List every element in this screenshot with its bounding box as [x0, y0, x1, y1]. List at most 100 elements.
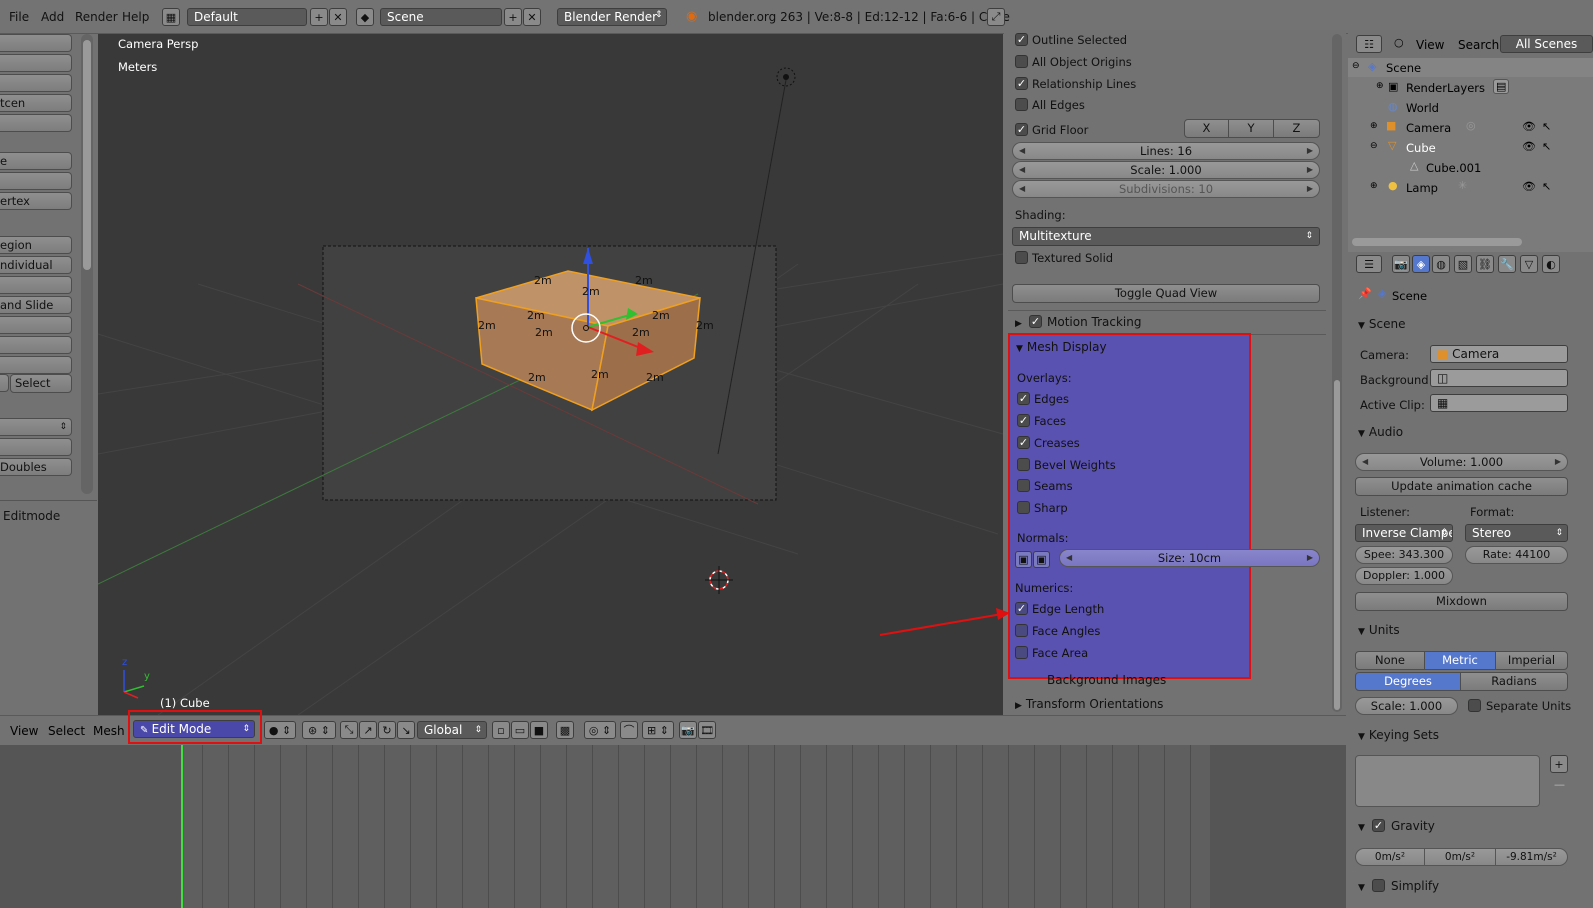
- visibility-eye-icon[interactable]: 👁: [1522, 140, 1536, 153]
- rotate-manipulator-icon[interactable]: ↻: [378, 721, 396, 739]
- snap-toggle-icon[interactable]: ⌒: [620, 721, 638, 739]
- mode-select[interactable]: ✎ Edit Mode ⇕: [133, 720, 255, 738]
- tool-button[interactable]: [0, 316, 72, 334]
- fullscreen-icon[interactable]: ⤢: [987, 8, 1005, 26]
- expand-icon[interactable]: ⊕: [1370, 121, 1378, 131]
- motion-tracking-checkbox[interactable]: ✓: [1029, 315, 1042, 328]
- visibility-eye-icon[interactable]: 👁: [1522, 120, 1536, 133]
- doppler-slider[interactable]: Doppler: 1.000: [1355, 567, 1453, 585]
- scene-section-header[interactable]: ▼ Scene: [1358, 317, 1406, 331]
- tool-button[interactable]: ndividual: [0, 256, 72, 274]
- tool-button[interactable]: [0, 374, 9, 392]
- tool-button[interactable]: [0, 34, 72, 52]
- toggle-quad-view-button[interactable]: Toggle Quad View: [1012, 284, 1320, 303]
- keying-sets-header[interactable]: ▼ Keying Sets: [1358, 728, 1439, 742]
- outliner-type-icon[interactable]: ☷: [1356, 35, 1382, 53]
- edges-overlay-checkbox[interactable]: ✓: [1017, 392, 1030, 405]
- textured-solid-checkbox[interactable]: [1015, 251, 1028, 264]
- edge-select-icon[interactable]: ▭: [511, 721, 529, 739]
- timeline-area[interactable]: [0, 745, 1346, 908]
- data-tab-icon[interactable]: ▽: [1520, 255, 1538, 273]
- outliner-search-menu[interactable]: Search: [1458, 38, 1499, 52]
- pivot-point-icon[interactable]: ⊛ ⇕: [302, 721, 336, 739]
- collapse-icon[interactable]: ⊖: [1370, 141, 1378, 151]
- relationship-lines-checkbox[interactable]: ✓: [1015, 77, 1028, 90]
- tree-item-scene[interactable]: Scene: [1386, 61, 1421, 75]
- face-select-icon[interactable]: ■: [530, 721, 548, 739]
- tree-item-lamp[interactable]: Lamp: [1406, 181, 1438, 195]
- unit-scale-slider[interactable]: Scale: 1.000: [1355, 697, 1458, 715]
- occlude-geometry-icon[interactable]: ▩: [556, 721, 574, 739]
- face-normals-icon[interactable]: ▣: [1033, 551, 1050, 568]
- current-frame-line[interactable]: [181, 745, 183, 908]
- tool-button[interactable]: e: [0, 152, 72, 170]
- tree-item-world[interactable]: World: [1406, 101, 1439, 115]
- remove-keying-set-icon[interactable]: —: [1554, 778, 1565, 791]
- material-tab-icon[interactable]: ◐: [1542, 255, 1560, 273]
- menu-help[interactable]: Help: [122, 10, 149, 24]
- editor-type-icon[interactable]: ☰: [1356, 255, 1382, 273]
- remove-doubles-button[interactable]: Doubles: [0, 458, 72, 476]
- faces-overlay-checkbox[interactable]: ✓: [1017, 414, 1030, 427]
- tool-button[interactable]: egion: [0, 236, 72, 254]
- face-area-checkbox[interactable]: [1015, 646, 1028, 659]
- camera-field[interactable]: ■ Camera: [1430, 345, 1568, 363]
- viewport-shading-icon[interactable]: ● ⇕: [264, 721, 296, 739]
- grid-scale-slider[interactable]: ◀ Scale: 1.000 ▶: [1012, 161, 1320, 179]
- select-cursor-icon[interactable]: ↖: [1542, 120, 1551, 133]
- tree-item-cube[interactable]: Cube: [1406, 141, 1436, 155]
- tool-button[interactable]: [0, 74, 72, 92]
- simplify-header[interactable]: ▼: [1358, 879, 1369, 893]
- update-animation-cache-button[interactable]: Update animation cache: [1355, 477, 1568, 496]
- gravity-checkbox[interactable]: ✓: [1372, 819, 1385, 832]
- mesh-display-header[interactable]: ▼ Mesh Display: [1016, 340, 1107, 354]
- tool-button[interactable]: [0, 172, 72, 190]
- transform-orientations-header[interactable]: ▶ Transform Orientations: [1015, 697, 1163, 711]
- all-edges-checkbox[interactable]: [1015, 98, 1028, 111]
- degrees-toggle[interactable]: Degrees: [1355, 672, 1461, 691]
- scene-field[interactable]: Scene: [380, 8, 502, 26]
- scene-tab-icon[interactable]: ◈: [1412, 255, 1430, 273]
- tool-button[interactable]: tcen: [0, 94, 72, 112]
- grid-x-toggle[interactable]: X: [1184, 119, 1229, 138]
- scrollbar-thumb[interactable]: [83, 40, 91, 270]
- radians-toggle[interactable]: Radians: [1460, 672, 1568, 691]
- tool-button[interactable]: [0, 356, 72, 374]
- unit-metric-toggle[interactable]: Metric: [1424, 651, 1496, 670]
- tool-button[interactable]: [0, 276, 72, 294]
- outliner-hscroll[interactable]: [1352, 238, 1522, 246]
- unit-imperial-toggle[interactable]: Imperial: [1495, 651, 1568, 670]
- select-cursor-icon[interactable]: ↖: [1542, 140, 1551, 153]
- scrollbar-thumb[interactable]: [1334, 380, 1340, 710]
- subdivisions-slider[interactable]: ◀ Subdivisions: 10 ▶: [1012, 180, 1320, 198]
- tool-button[interactable]: ertex: [0, 192, 72, 210]
- vertex-select-icon[interactable]: ▫: [492, 721, 510, 739]
- translate-manipulator-icon[interactable]: ↗: [359, 721, 377, 739]
- render-tab-icon[interactable]: 📷: [1392, 255, 1410, 273]
- shading-select[interactable]: Multitexture ⇕: [1012, 227, 1320, 246]
- speed-of-sound-slider[interactable]: Spee: 343.300: [1355, 546, 1453, 564]
- view-menu[interactable]: View: [10, 724, 38, 738]
- grid-z-toggle[interactable]: Z: [1273, 119, 1320, 138]
- volume-slider[interactable]: ◀ Volume: 1.000 ▶: [1355, 453, 1568, 471]
- outline-selected-checkbox[interactable]: ✓: [1015, 33, 1028, 46]
- gravity-y-field[interactable]: 0m/s²: [1424, 848, 1496, 866]
- opengl-render-icon[interactable]: 📷: [679, 721, 697, 739]
- npanel-scrollbar[interactable]: [1332, 34, 1342, 712]
- seams-checkbox[interactable]: [1017, 479, 1030, 492]
- tree-item-cube-001[interactable]: Cube.001: [1426, 161, 1481, 175]
- select-menu[interactable]: Select: [48, 724, 85, 738]
- listener-select[interactable]: Inverse Clampe ⇕: [1355, 524, 1453, 542]
- format-select[interactable]: Stereo ⇕: [1465, 524, 1568, 542]
- motion-tracking-header[interactable]: ▶: [1015, 315, 1026, 329]
- menu-add[interactable]: Add: [41, 10, 64, 24]
- snap-element-icon[interactable]: ⊞ ⇕: [642, 721, 674, 739]
- pin-icon[interactable]: 📌: [1358, 287, 1372, 300]
- gravity-x-field[interactable]: 0m/s²: [1355, 848, 1425, 866]
- grid-floor-checkbox[interactable]: ✓: [1015, 123, 1028, 136]
- expand-icon[interactable]: ⊕: [1370, 181, 1378, 191]
- manipulator-toggle-icon[interactable]: ⤡: [340, 721, 358, 739]
- proportional-edit-icon[interactable]: ◎ ⇕: [584, 721, 616, 739]
- separate-units-checkbox[interactable]: [1468, 699, 1481, 712]
- modifiers-tab-icon[interactable]: 🔧: [1498, 255, 1516, 273]
